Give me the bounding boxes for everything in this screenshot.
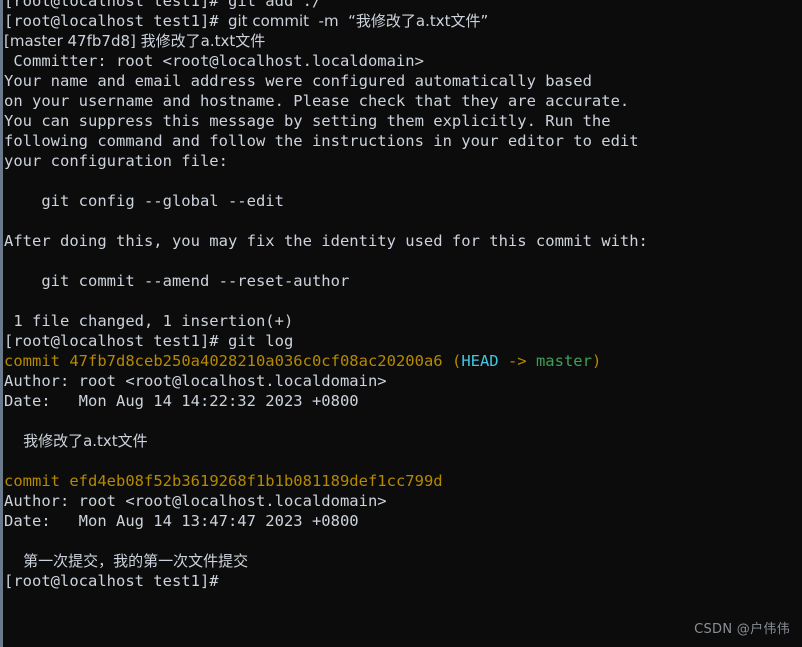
- refs-paren-close: ): [591, 352, 602, 370]
- prompt-text: [root@localhost test1]#: [4, 572, 219, 590]
- log-entry-message-line: 第一次提交，我的第一次文件提交: [3, 551, 802, 571]
- terminal-line-git-commit: [root@localhost test1]# git commit -m “我…: [3, 11, 802, 31]
- terminal-line-fix-command-2: git commit --amend --reset-author: [3, 271, 802, 291]
- commit-hash: efd4eb08f52b3619268f1b1b081189def1cc799d: [69, 472, 443, 490]
- branch-ref: master: [535, 352, 592, 370]
- log-entry-date-line: Date: Mon Aug 14 13:47:47 2023 +0800: [3, 511, 802, 531]
- date-text: Date: Mon Aug 14 13:47:47 2023 +0800: [4, 512, 359, 530]
- commit-label: commit: [4, 472, 60, 490]
- commit-label: commit: [4, 352, 60, 370]
- log-entry-commit-line: commit efd4eb08f52b3619268f1b1b081189def…: [3, 471, 802, 491]
- command-git-commit: git commit -m “我修改了a.txt文件”: [227, 12, 489, 30]
- fix-command-text: git commit --amend --reset-author: [4, 272, 350, 290]
- author-text: Author: root <root@localhost.localdomain…: [4, 372, 387, 390]
- warning-text: following command and follow the instruc…: [4, 132, 639, 150]
- terminal-line-git-log: [root@localhost test1]# git log: [3, 331, 802, 351]
- csdn-watermark: CSDN @户伟伟: [694, 622, 790, 637]
- warning-text: You can suppress this message by setting…: [4, 112, 611, 130]
- terminal-line-commit-stats: 1 file changed, 1 insertion(+): [3, 311, 802, 331]
- date-text: Date: Mon Aug 14 14:22:32 2023 +0800: [4, 392, 359, 410]
- log-entry-date-line: Date: Mon Aug 14 14:22:32 2023 +0800: [3, 391, 802, 411]
- terminal-line-after-doing: After doing this, you may fix the identi…: [3, 231, 802, 251]
- commit-message-text: 第一次提交，我的第一次文件提交: [4, 552, 249, 570]
- head-ref: HEAD: [461, 352, 499, 370]
- commit-summary-text: [master 47fb7d8] 我修改了a.txt文件: [4, 32, 266, 50]
- log-entry-message-line: 我修改了a.txt文件: [3, 431, 802, 451]
- refs-paren-open: (: [451, 352, 462, 370]
- terminal-line-warning-4: following command and follow the instruc…: [3, 131, 802, 151]
- command-git-log: git log: [227, 332, 294, 350]
- command-git-add: git add ./: [227, 0, 322, 10]
- prompt-text: [root@localhost test1]#: [4, 12, 219, 30]
- terminal-line-warning-3: You can suppress this message by setting…: [3, 111, 802, 131]
- ref-arrow: ->: [498, 352, 536, 370]
- terminal-line-fix-command-1: git config --global --edit: [3, 191, 802, 211]
- prompt-text: [root@localhost test1]#: [4, 332, 219, 350]
- prompt-text: [root@localhost test1]#: [4, 0, 219, 10]
- warning-text: on your username and hostname. Please ch…: [4, 92, 630, 110]
- terminal-line-git-add: [root@localhost test1]# git add ./: [3, 0, 802, 11]
- commit-message-text: 我修改了a.txt文件: [4, 432, 148, 450]
- log-entry-commit-line: commit 47fb7d8ceb250a4028210a036c0cf08ac…: [3, 351, 802, 371]
- terminal-window[interactable]: [root@localhost test1]# git add ./ [root…: [0, 0, 802, 647]
- log-entry-author-line: Author: root <root@localhost.localdomain…: [3, 371, 802, 391]
- author-text: Author: root <root@localhost.localdomain…: [4, 492, 387, 510]
- warning-text: your configuration file:: [4, 152, 228, 170]
- commit-stats-text: 1 file changed, 1 insertion(+): [4, 312, 294, 330]
- terminal-line-committer: Committer: root <root@localhost.localdom…: [3, 51, 802, 71]
- committer-text: Committer: root <root@localhost.localdom…: [4, 52, 424, 70]
- terminal-line-commit-summary: [master 47fb7d8] 我修改了a.txt文件: [3, 31, 802, 51]
- terminal-line-warning-5: your configuration file:: [3, 151, 802, 171]
- log-entry-author-line: Author: root <root@localhost.localdomain…: [3, 491, 802, 511]
- terminal-line-warning-1: Your name and email address were configu…: [3, 71, 802, 91]
- terminal-screen[interactable]: [root@localhost test1]# git add ./ [root…: [3, 0, 802, 591]
- after-doing-text: After doing this, you may fix the identi…: [4, 232, 648, 250]
- commit-hash: 47fb7d8ceb250a4028210a036c0cf08ac20200a6: [69, 352, 443, 370]
- fix-command-text: git config --global --edit: [4, 192, 284, 210]
- terminal-line-warning-2: on your username and hostname. Please ch…: [3, 91, 802, 111]
- window-left-edge-strip: [0, 0, 3, 647]
- terminal-line-final-prompt[interactable]: [root@localhost test1]#: [3, 571, 802, 591]
- warning-text: Your name and email address were configu…: [4, 72, 592, 90]
